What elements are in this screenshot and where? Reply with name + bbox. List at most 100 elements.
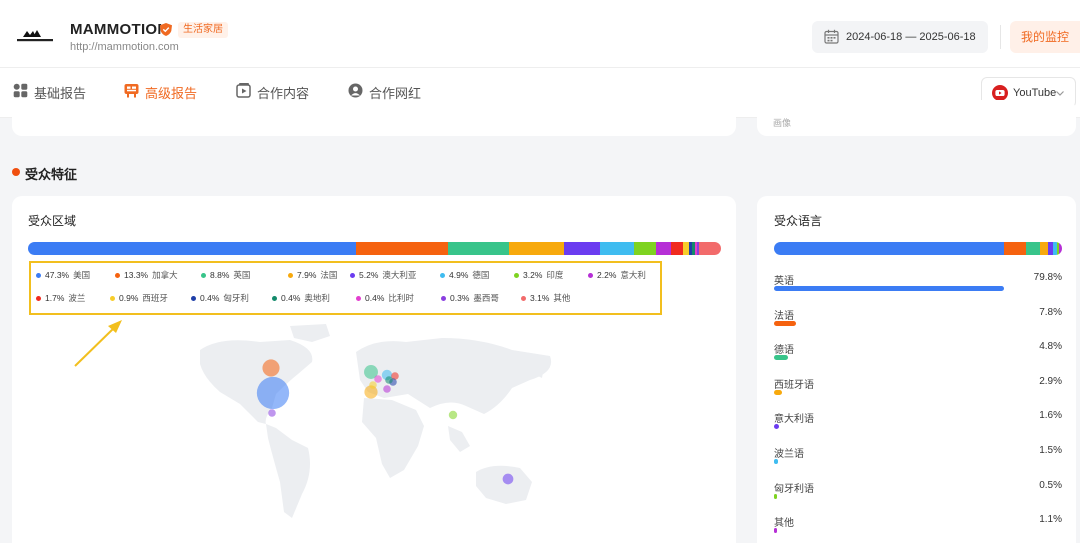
audience-region-title: 受众区域	[28, 214, 77, 228]
region-legend-item: 5.2% 澳大利亚	[350, 269, 416, 281]
legend-country: 美国	[73, 270, 91, 280]
language-name: 意大利语	[774, 414, 814, 426]
region-bar-segment	[28, 242, 356, 255]
legend-pct: 7.9%	[297, 270, 317, 280]
audience-language-title: 受众语言	[774, 214, 823, 228]
language-pct: 79.8%	[1033, 272, 1062, 283]
legend-dot-icon	[288, 272, 293, 278]
language-pct: 7.8%	[1039, 306, 1062, 318]
region-bar-segment	[599, 242, 634, 255]
language-name: 西班牙语	[774, 379, 814, 391]
youtube-icon	[992, 85, 1008, 101]
region-bar-segment	[508, 242, 564, 255]
region-legend-item: 3.1% 其他	[521, 292, 570, 304]
section-title: 受众特征	[25, 167, 78, 182]
legend-country: 墨西哥	[473, 293, 499, 303]
person-icon	[348, 83, 363, 98]
legend-pct: 3.1%	[530, 293, 550, 303]
region-bar-segment	[563, 242, 600, 255]
region-legend-item: 13.3% 加拿大	[115, 269, 178, 281]
region-stacked-bar	[28, 242, 721, 255]
legend-pct: 8.8%	[210, 270, 230, 280]
legend-dot-icon	[36, 295, 41, 301]
language-pct: 4.8%	[1039, 341, 1062, 353]
language-bar	[774, 389, 783, 395]
legend-dot-icon	[36, 272, 41, 278]
previous-card-text: 画像	[773, 118, 792, 128]
language-bar	[774, 424, 779, 430]
language-row: 英语 79.8%	[774, 272, 1062, 294]
map-bubble[interactable]	[268, 409, 276, 417]
legend-pct: 0.9%	[119, 293, 139, 303]
language-row: 匈牙利语 0.5%	[774, 480, 1062, 502]
map-bubble[interactable]	[369, 381, 377, 389]
language-bar-segment	[774, 242, 1004, 255]
language-name: 法语	[774, 310, 794, 322]
region-legend-item: 7.9% 法国	[288, 269, 337, 281]
language-bar-segment	[1003, 242, 1027, 255]
language-name: 其他	[774, 518, 794, 530]
map-bubble[interactable]	[262, 359, 280, 377]
legend-country: 德国	[472, 270, 490, 280]
language-name: 英语	[774, 276, 794, 287]
legend-dot-icon	[356, 295, 361, 301]
legend-country: 其他	[553, 293, 571, 303]
legend-pct: 0.4%	[365, 293, 385, 303]
legend-dot-icon	[115, 272, 120, 278]
date-range-text: 2024-06-18 — 2025-06-18	[846, 31, 976, 43]
legend-pct: 47.3%	[45, 270, 70, 280]
language-row: 意大利语 1.6%	[774, 410, 1062, 432]
legend-pct: 3.2%	[523, 270, 543, 280]
map-bubble[interactable]	[383, 385, 391, 393]
legend-pct: 1.7%	[45, 293, 65, 303]
language-bar	[774, 355, 788, 361]
legend-pct: 2.2%	[597, 270, 617, 280]
header: MAMMOTION 生活家居 http://mammotion.com 2024…	[0, 0, 1080, 68]
legend-country: 奥地利	[304, 293, 330, 303]
language-pct: 1.1%	[1039, 514, 1062, 526]
language-name: 匈牙利语	[774, 483, 814, 495]
region-legend-item: 2.2% 意大利	[588, 269, 646, 281]
region-legend-item: 47.3% 美国	[36, 269, 90, 281]
language-pct: 1.6%	[1039, 410, 1062, 422]
legend-country: 澳大利亚	[382, 270, 417, 280]
map-bubble[interactable]	[385, 376, 393, 384]
legend-dot-icon	[110, 295, 115, 301]
language-stacked-bar	[774, 242, 1062, 255]
language-bar	[774, 286, 1004, 291]
region-legend-item: 0.9% 西班牙	[110, 292, 168, 304]
language-row: 法语 7.8%	[774, 307, 1062, 329]
platform-select-value: YouTube	[1013, 87, 1057, 99]
legend-dot-icon	[440, 272, 445, 278]
legend-dot-icon	[588, 272, 593, 278]
map-bubble[interactable]	[448, 410, 458, 420]
legend-country: 印度	[546, 270, 564, 280]
date-range-picker[interactable]: 2024-06-18 — 2025-06-18	[812, 21, 988, 53]
region-bar-segment	[447, 242, 509, 255]
region-bar-segment	[633, 242, 656, 255]
language-pct: 1.5%	[1039, 445, 1062, 456]
region-bar-segment	[355, 242, 448, 255]
legend-pct: 0.4%	[281, 293, 301, 303]
verified-shield-icon	[160, 23, 172, 36]
language-bar	[774, 320, 797, 326]
calendar-icon	[824, 29, 839, 44]
brand-name: MAMMOTION	[70, 21, 169, 38]
legend-country: 加拿大	[152, 270, 178, 280]
language-row: 其他 1.1%	[774, 514, 1062, 536]
map-bubble[interactable]	[502, 473, 514, 485]
legend-country: 意大利	[620, 270, 646, 280]
category-badge: 生活家居	[178, 22, 228, 38]
my-monitor-button[interactable]: 我的监控	[1010, 21, 1080, 53]
map-bubble[interactable]	[256, 376, 290, 410]
brand-url[interactable]: http://mammotion.com	[70, 41, 179, 53]
language-bar-segment	[1026, 242, 1041, 255]
map-bubble[interactable]	[374, 375, 382, 383]
legend-country: 法国	[320, 270, 338, 280]
legend-pct: 0.4%	[200, 293, 220, 303]
region-legend-item: 8.8% 英国	[201, 269, 250, 281]
region-legend-item: 0.4% 奥地利	[272, 292, 330, 304]
annotation-arrow-icon	[74, 320, 122, 367]
language-row: 德语 4.8%	[774, 341, 1062, 363]
language-name: 波兰语	[774, 449, 804, 460]
